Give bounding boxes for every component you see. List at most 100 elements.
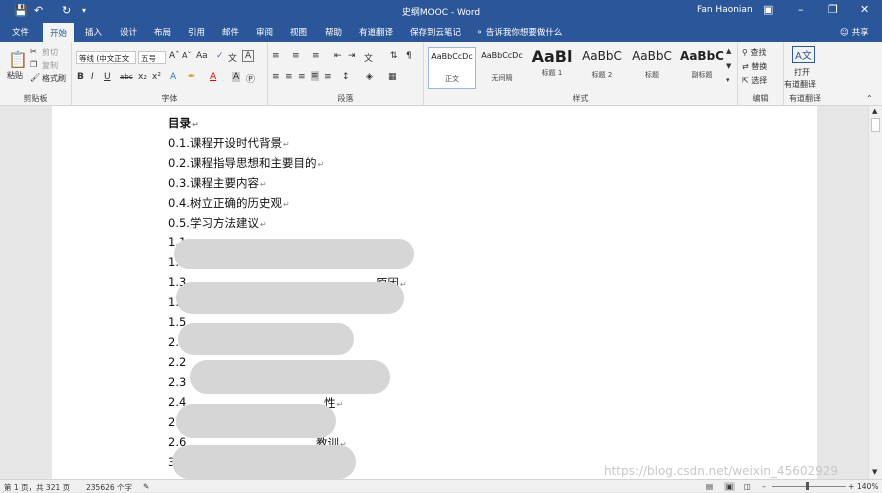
align-center-icon[interactable]: ≡ — [285, 72, 293, 82]
italic-icon[interactable]: I — [91, 72, 94, 82]
tab-review[interactable]: 审阅 — [256, 26, 273, 38]
tab-home[interactable]: 开始 — [43, 23, 75, 42]
zoom-slider[interactable] — [772, 486, 846, 487]
bullets-icon[interactable]: ≡ — [272, 51, 280, 61]
toc-line[interactable]: 0.5.学习方法建议↵ — [168, 215, 267, 231]
font-name-box[interactable]: 等线 (中文正文 — [76, 51, 136, 64]
zoom-level[interactable]: 140% — [857, 482, 878, 491]
print-layout-icon[interactable]: ▣ — [724, 482, 736, 491]
format-painter-button[interactable]: 格式刷 — [42, 73, 66, 84]
strikethrough-icon[interactable]: abc — [120, 73, 133, 81]
find-button[interactable]: ⚲ 查找 — [742, 47, 766, 58]
tab-help[interactable]: 帮助 — [325, 26, 342, 38]
youdao-translate-name[interactable]: 有道翻译 — [784, 79, 816, 90]
text-effects-icon[interactable]: A — [170, 72, 176, 82]
tab-mailings[interactable]: 邮件 — [222, 26, 239, 38]
copy-icon[interactable]: ❐ — [30, 60, 37, 69]
select-button[interactable]: ⇱ 选择 — [742, 75, 767, 86]
styles-scroll-up-icon[interactable]: ▲ — [726, 47, 731, 55]
style-heading-2[interactable]: AaBbC 标题 2 — [578, 47, 626, 89]
tab-youdao[interactable]: 有道翻译 — [359, 26, 393, 38]
minimize-icon[interactable]: – — [798, 3, 804, 16]
font-size-box[interactable]: 五号 — [138, 51, 166, 64]
tab-layout[interactable]: 布局 — [154, 26, 171, 38]
vertical-scrollbar[interactable]: ▲ ▼ — [868, 106, 882, 479]
bold-icon[interactable]: B — [77, 72, 84, 82]
tab-save-to-cloud[interactable]: 保存到云笔记 — [410, 26, 461, 38]
grow-font-icon[interactable]: Aˆ — [169, 51, 180, 61]
page-count[interactable]: 第 1 页，共 321 页 — [4, 482, 70, 493]
highlight-icon[interactable]: ✒ — [188, 72, 196, 82]
phonetic-guide-icon[interactable]: 文 — [228, 51, 237, 64]
copy-button[interactable]: 复制 — [42, 60, 58, 71]
enclose-characters-icon[interactable]: A — [242, 50, 255, 62]
tab-design[interactable]: 设计 — [120, 26, 137, 38]
word-count[interactable]: 235626 个字 — [86, 482, 132, 493]
character-shading-icon[interactable]: A — [232, 72, 241, 82]
zoom-slider-thumb[interactable] — [806, 482, 809, 490]
share-button[interactable]: ☺ 共享 — [840, 26, 869, 38]
tab-insert[interactable]: 插入 — [85, 26, 102, 38]
cut-button[interactable]: 剪切 — [42, 47, 58, 58]
read-mode-icon[interactable]: ▤ — [706, 482, 713, 491]
align-right-icon[interactable]: ≡ — [298, 72, 306, 82]
toc-heading[interactable]: 目录↵ — [168, 115, 199, 131]
toc-line[interactable]: 2.2 — [168, 355, 186, 369]
zoom-in-icon[interactable]: + — [848, 482, 854, 491]
align-left-icon[interactable]: ≡ — [272, 72, 280, 82]
tab-file[interactable]: 文件 — [12, 26, 29, 38]
numbering-icon[interactable]: ≡ — [292, 51, 300, 61]
document-area[interactable]: 目录↵ 0.1.课程开设时代背景↵ 0.2.课程指导思想和主要目的↵ 0.3.课… — [0, 106, 868, 479]
scroll-thumb[interactable] — [871, 118, 880, 132]
collapse-ribbon-icon[interactable]: ⌃ — [866, 94, 873, 103]
increase-indent-icon[interactable]: ⇥ — [348, 51, 356, 61]
translate-icon[interactable]: A文 — [792, 46, 815, 63]
show-marks-icon[interactable]: ¶ — [406, 51, 412, 61]
open-translate-button[interactable]: 打开 — [794, 67, 810, 78]
font-color-icon[interactable]: A — [210, 72, 216, 82]
styles-more-icon[interactable]: ▾ — [726, 76, 730, 84]
borders-icon[interactable]: ▦ — [388, 72, 397, 82]
format-painter-icon[interactable]: 🖌 — [30, 73, 40, 82]
justify-icon[interactable]: ≡ — [311, 71, 319, 81]
close-icon[interactable]: ✕ — [860, 3, 869, 16]
user-name[interactable]: Fan Haonian — [697, 5, 753, 15]
enclosed-alphanumeric-icon[interactable]: Ⓟ — [246, 72, 255, 85]
underline-icon[interactable]: U — [104, 72, 111, 82]
styles-scroll-down-icon[interactable]: ▼ — [726, 62, 731, 70]
distributed-icon[interactable]: ≡ — [324, 72, 332, 82]
tell-me-box[interactable]: ⚬ 告诉我你想要做什么 — [476, 26, 562, 38]
web-layout-icon[interactable]: ◫ — [744, 482, 751, 491]
toc-line[interactable]: 0.4.树立正确的历史观↵ — [168, 195, 290, 211]
proofing-icon[interactable]: ✎ — [143, 482, 149, 491]
shading-icon[interactable]: ◈ — [366, 72, 373, 82]
style-subtitle[interactable]: AaBbC 副标题 — [678, 47, 726, 89]
ribbon-display-options-icon[interactable]: ▣ — [763, 3, 773, 16]
style-title[interactable]: AaBbC 标题 — [628, 47, 676, 89]
superscript-icon[interactable]: x² — [152, 72, 161, 82]
toc-line[interactable]: 0.3.课程主要内容↵ — [168, 175, 267, 191]
restore-icon[interactable]: ❐ — [828, 3, 838, 16]
scroll-up-icon[interactable]: ▲ — [872, 107, 877, 115]
line-spacing-icon[interactable]: ↕ — [342, 72, 350, 82]
style-no-spacing[interactable]: AaBbCcDc 无间隔 — [478, 47, 526, 89]
multilevel-list-icon[interactable]: ≡ — [312, 51, 320, 61]
document-page[interactable]: 目录↵ 0.1.课程开设时代背景↵ 0.2.课程指导思想和主要目的↵ 0.3.课… — [52, 106, 817, 479]
style-heading-1[interactable]: AaBl 标题 1 — [528, 47, 576, 89]
cut-icon[interactable]: ✂ — [30, 47, 37, 56]
scroll-down-icon[interactable]: ▼ — [872, 468, 877, 476]
toc-line[interactable]: 0.1.课程开设时代背景↵ — [168, 135, 290, 151]
shrink-font-icon[interactable]: Aˇ — [182, 51, 191, 60]
paste-button[interactable]: 粘贴 — [7, 70, 23, 81]
change-case-icon[interactable]: Aa — [196, 51, 208, 61]
clear-formatting-icon[interactable]: ✓ — [216, 51, 224, 61]
replace-button[interactable]: ⇄ 替换 — [742, 61, 767, 72]
zoom-out-icon[interactable]: – — [762, 482, 766, 491]
sort-icon[interactable]: ⇅ — [390, 51, 398, 61]
toc-line[interactable]: 2.3 — [168, 375, 186, 389]
subscript-icon[interactable]: x₂ — [138, 72, 147, 82]
tab-view[interactable]: 视图 — [290, 26, 307, 38]
tab-references[interactable]: 引用 — [188, 26, 205, 38]
toc-line[interactable]: 0.2.课程指导思想和主要目的↵ — [168, 155, 324, 171]
style-normal[interactable]: AaBbCcDc 正文 — [428, 47, 476, 89]
